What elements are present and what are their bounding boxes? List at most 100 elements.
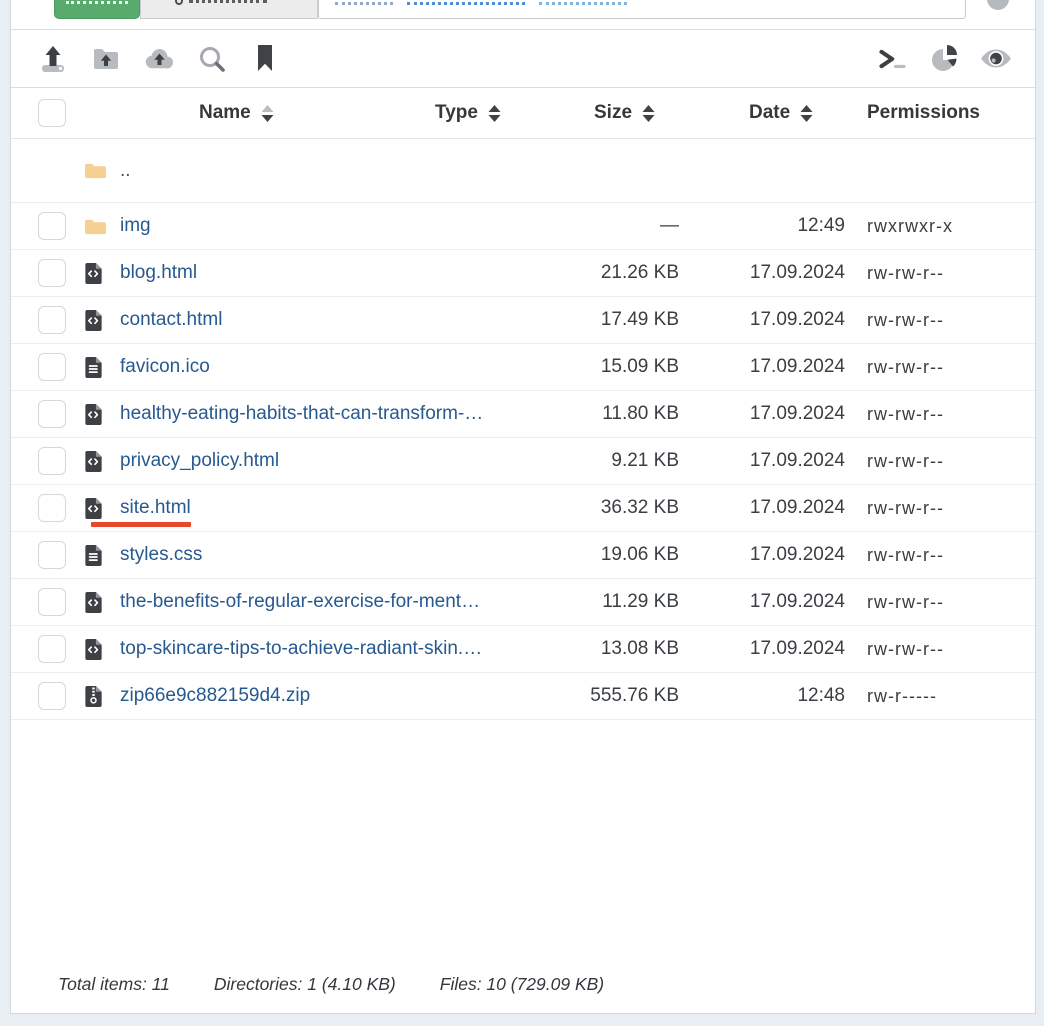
folder-upload-icon[interactable] [89,43,123,75]
directories-total: Directories: 1 (4.10 KB) [214,974,396,995]
file-permissions: rw-rw-r-- [845,357,1021,378]
file-permissions: rw-rw-r-- [845,639,1021,660]
file-permissions: rw-rw-r-- [845,592,1021,613]
table-row: zip66e9c882159d4.zip 555.76 KB 12:48 rw-… [11,673,1035,720]
file-link[interactable]: img [120,215,533,237]
file-link[interactable]: contact.html [120,309,533,331]
file-link[interactable]: .. [120,160,533,182]
file-code-icon [84,497,108,520]
file-date: 17.09.2024 [679,356,845,378]
total-items: Total items: 11 [58,974,170,995]
table-row: privacy_policy.html 9.21 KB 17.09.2024 r… [11,438,1035,485]
file-size: 11.80 KB [533,403,679,425]
file-date: 17.09.2024 [679,309,845,331]
column-label: Size [594,102,632,124]
table-row: img — 12:49 rwxrwxr-x [11,203,1035,250]
folder-icon [84,217,108,236]
column-header-name[interactable]: Name [199,102,275,124]
file-permissions: rw-r----- [845,686,1021,707]
column-header-type[interactable]: Type [435,102,502,124]
file-date: 17.09.2024 [679,262,845,284]
row-checkbox[interactable] [38,494,66,522]
folder-icon [84,161,108,180]
file-date: 17.09.2024 [679,497,845,519]
topbar-gray-tab[interactable] [140,0,318,19]
path-input[interactable] [318,0,966,19]
pie-chart-icon[interactable] [928,43,962,75]
column-header-size[interactable]: Size [594,102,656,124]
row-checkbox[interactable] [38,400,66,428]
terminal-icon[interactable] [877,43,911,75]
row-checkbox[interactable] [38,306,66,334]
column-header-date[interactable]: Date [749,102,814,124]
toolbar-left-group [36,43,282,75]
file-link[interactable]: site.html [120,497,533,519]
file-code-icon [84,403,108,426]
file-permissions: rwxrwxr-x [845,216,1021,237]
search-icon[interactable] [195,43,229,75]
cut-off-path-text [335,2,393,5]
topbar [11,0,1035,30]
file-code-icon [84,450,108,473]
file-link[interactable]: blog.html [120,262,533,284]
parent-dir-row: .. [11,139,1035,203]
table-row: blog.html 21.26 KB 17.09.2024 rw-rw-r-- [11,250,1035,297]
sort-icon [641,104,656,123]
row-checkbox[interactable] [38,682,66,710]
sort-icon [260,104,275,123]
file-size: 36.32 KB [533,497,679,519]
file-permissions: rw-rw-r-- [845,545,1021,566]
topbar-green-button[interactable] [54,0,140,19]
table-row: healthy-eating-habits-that-can-transform… [11,391,1035,438]
topbar-circle-icon[interactable] [987,0,1009,10]
file-link[interactable]: zip66e9c882159d4.zip [120,685,533,707]
bookmark-icon[interactable] [248,43,282,75]
status-footer: Total items: 11 Directories: 1 (4.10 KB)… [58,974,604,995]
file-link[interactable]: top-skincare-tips-to-achieve-radiant-ski… [120,638,533,660]
file-link[interactable]: healthy-eating-habits-that-can-transform… [120,403,533,425]
file-date: 17.09.2024 [679,450,845,472]
row-checkbox[interactable] [38,259,66,287]
file-link[interactable]: favicon.ico [120,356,533,378]
file-link[interactable]: the-benefits-of-regular-exercise-for-men… [120,591,533,613]
file-date: 12:48 [679,685,845,707]
row-checkbox[interactable] [38,541,66,569]
select-all-checkbox[interactable] [38,99,66,127]
toolbar [11,30,1035,88]
file-size: 9.21 KB [533,450,679,472]
cut-off-button-text [66,1,128,4]
file-date: 17.09.2024 [679,591,845,613]
column-label: Name [199,102,251,124]
file-zip-icon [84,685,108,708]
upload-icon[interactable] [36,43,70,75]
row-checkbox[interactable] [38,212,66,240]
row-checkbox[interactable] [38,588,66,616]
file-size: 19.06 KB [533,544,679,566]
file-size: — [533,215,679,237]
table-row: top-skincare-tips-to-achieve-radiant-ski… [11,626,1035,673]
file-link[interactable]: styles.css [120,544,533,566]
cloud-upload-icon[interactable] [142,43,176,75]
file-size: 555.76 KB [533,685,679,707]
file-code-icon [84,309,108,332]
file-code-icon [84,638,108,661]
eye-icon[interactable] [979,43,1013,75]
file-code-icon [84,262,108,285]
table-row: contact.html 17.49 KB 17.09.2024 rw-rw-r… [11,297,1035,344]
table-row: favicon.ico 15.09 KB 17.09.2024 rw-rw-r-… [11,344,1035,391]
file-size: 15.09 KB [533,356,679,378]
file-size: 17.49 KB [533,309,679,331]
file-size: 11.29 KB [533,591,679,613]
file-date: 12:49 [679,215,845,237]
cut-off-tab-text [175,0,183,5]
toolbar-right-group [877,43,1013,75]
file-list: .. img — 12:49 rwxrwxr-x blog.html 21.26… [11,139,1035,720]
row-checkbox[interactable] [38,447,66,475]
files-total: Files: 10 (729.09 KB) [440,974,604,995]
row-checkbox[interactable] [38,635,66,663]
file-code-icon [84,591,108,614]
file-link[interactable]: privacy_policy.html [120,450,533,472]
column-label: Date [749,102,790,124]
column-label: Type [435,102,478,124]
row-checkbox[interactable] [38,353,66,381]
